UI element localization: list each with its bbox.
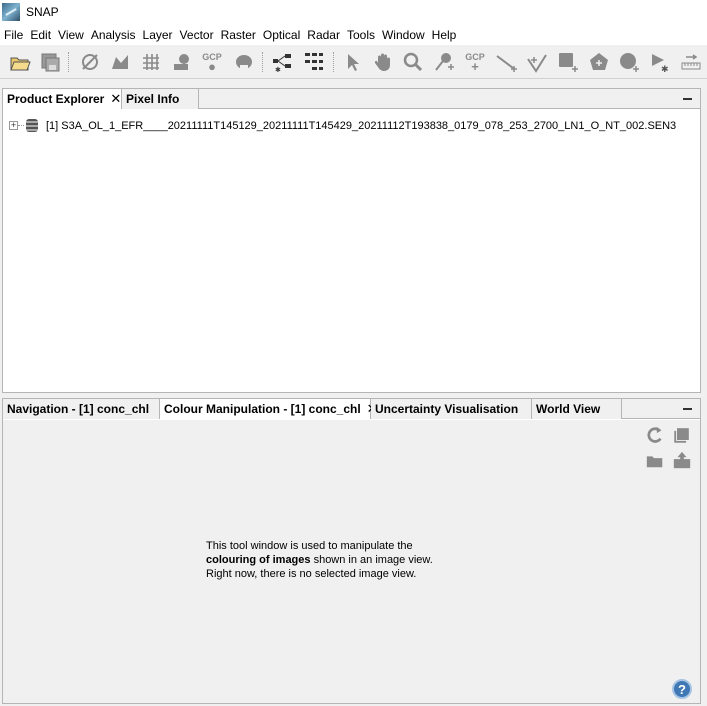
menu-tools[interactable]: Tools (345, 28, 380, 42)
message-line-2-rest: shown in an image view. (310, 554, 433, 566)
tab-colour-manipulation-label: Colour Manipulation - [1] conc_chl (164, 402, 361, 416)
tab-product-explorer-label: Product Explorer (7, 92, 105, 106)
polyline-drawing-tool-icon[interactable] (525, 50, 549, 74)
window-title: SNAP (26, 5, 59, 19)
message-line-2: colouring of images shown in an image vi… (206, 553, 466, 567)
toolbar-separator (333, 52, 334, 72)
product-explorer-tabstrip: Product Explorer ✕ Pixel Info (3, 89, 700, 109)
menu-help[interactable]: Help (430, 28, 462, 42)
tab-product-explorer[interactable]: Product Explorer ✕ (3, 89, 122, 109)
line-drawing-tool-icon[interactable] (494, 50, 518, 74)
menu-bar: File Edit View Analysis Layer Vector Ras… (0, 24, 707, 45)
ellipse-drawing-tool-icon[interactable] (617, 50, 641, 74)
product-icon (26, 119, 38, 132)
pin-placing-tool-icon[interactable] (432, 50, 456, 74)
menu-file[interactable]: File (2, 28, 28, 42)
minimize-icon[interactable] (683, 98, 692, 100)
snap-app-icon (2, 3, 20, 21)
no-image-view-message: This tool window is used to manipulate t… (206, 539, 466, 581)
message-bold-text: colouring of images (206, 554, 311, 566)
tab-uncertainty-visualisation[interactable]: Uncertainty Visualisation (371, 399, 532, 419)
gcp-placing-tool-icon[interactable]: GCP + (463, 50, 487, 74)
product-name[interactable]: [1] S3A_OL_1_EFR____20211111T145129_2021… (46, 120, 676, 132)
message-line-3: Right now, there is no selected image vi… (206, 568, 417, 580)
tab-uncertainty-visualisation-label: Uncertainty Visualisation (375, 402, 519, 416)
tab-pixel-info-label: Pixel Info (126, 92, 180, 106)
tab-navigation[interactable]: Navigation - [1] conc_chl (3, 399, 160, 419)
polygon-drawing-tool-icon[interactable] (587, 50, 611, 74)
svg-text:✱: ✱ (275, 66, 281, 73)
menu-view[interactable]: View (56, 28, 89, 42)
tab-navigation-label: Navigation - [1] conc_chl (7, 402, 150, 416)
pin-manager-icon[interactable] (170, 50, 194, 74)
menu-optical[interactable]: Optical (261, 28, 305, 42)
import-icon[interactable] (644, 449, 666, 471)
main-toolbar: GCP ● ✱ GCP + ✱ (0, 45, 707, 79)
colour-manipulation-body: This tool window is used to manipulate t… (3, 420, 700, 703)
world-map-overlay-icon[interactable] (108, 50, 132, 74)
open-product-icon[interactable] (8, 50, 32, 74)
menu-edit[interactable]: Edit (28, 28, 56, 42)
title-bar: SNAP (0, 0, 707, 24)
tab-world-view[interactable]: World View (532, 399, 622, 419)
svg-text:✱: ✱ (661, 64, 669, 73)
toolbar-separator (68, 52, 69, 72)
no-data-overlay-icon[interactable] (78, 50, 102, 74)
product-tree-node[interactable]: + [1] S3A_OL_1_EFR____20211111T145129_20… (9, 119, 676, 132)
magic-wand-tool-icon[interactable]: ✱ (648, 50, 672, 74)
graph-builder-icon[interactable]: ✱ (270, 50, 294, 74)
tab-colour-manipulation[interactable]: Colour Manipulation - [1] conc_chl ✕ (160, 399, 378, 419)
tree-connector (18, 125, 24, 126)
product-explorer-panel: Product Explorer ✕ Pixel Info + [1] S3A_… (2, 88, 701, 393)
minimize-icon[interactable] (683, 408, 692, 410)
graticule-overlay-icon[interactable] (139, 50, 163, 74)
menu-vector[interactable]: Vector (178, 28, 219, 42)
tool-window-tabstrip: Navigation - [1] conc_chl Colour Manipul… (3, 399, 700, 419)
message-line-1: This tool window is used to manipulate t… (206, 540, 413, 552)
save-product-icon[interactable] (38, 50, 62, 74)
rectangle-drawing-tool-icon[interactable] (556, 50, 580, 74)
tab-pixel-info[interactable]: Pixel Info (122, 89, 199, 109)
mask-manager-icon[interactable] (232, 50, 256, 74)
pan-tool-icon[interactable] (371, 50, 395, 74)
menu-layer[interactable]: Layer (141, 28, 178, 42)
tab-world-view-label: World View (536, 402, 601, 416)
reset-icon[interactable] (644, 424, 666, 446)
menu-window[interactable]: Window (380, 28, 430, 42)
help-icon[interactable]: ? (672, 679, 692, 699)
menu-analysis[interactable]: Analysis (89, 28, 141, 42)
gcp-manager-icon[interactable]: GCP ● (200, 50, 224, 74)
colour-manipulation-panel: Navigation - [1] conc_chl Colour Manipul… (2, 398, 701, 704)
expand-icon[interactable]: + (9, 121, 18, 130)
range-finder-tool-icon[interactable] (679, 50, 703, 74)
close-icon[interactable]: ✕ (110, 91, 121, 107)
menu-raster[interactable]: Raster (219, 28, 261, 42)
menu-radar[interactable]: Radar (305, 28, 345, 42)
batch-processing-icon[interactable] (302, 50, 326, 74)
toolbar-separator (262, 52, 263, 72)
zoom-tool-icon[interactable] (401, 50, 425, 74)
select-tool-icon[interactable] (340, 50, 364, 74)
export-icon[interactable] (671, 449, 693, 471)
multi-apply-icon[interactable] (671, 424, 693, 446)
